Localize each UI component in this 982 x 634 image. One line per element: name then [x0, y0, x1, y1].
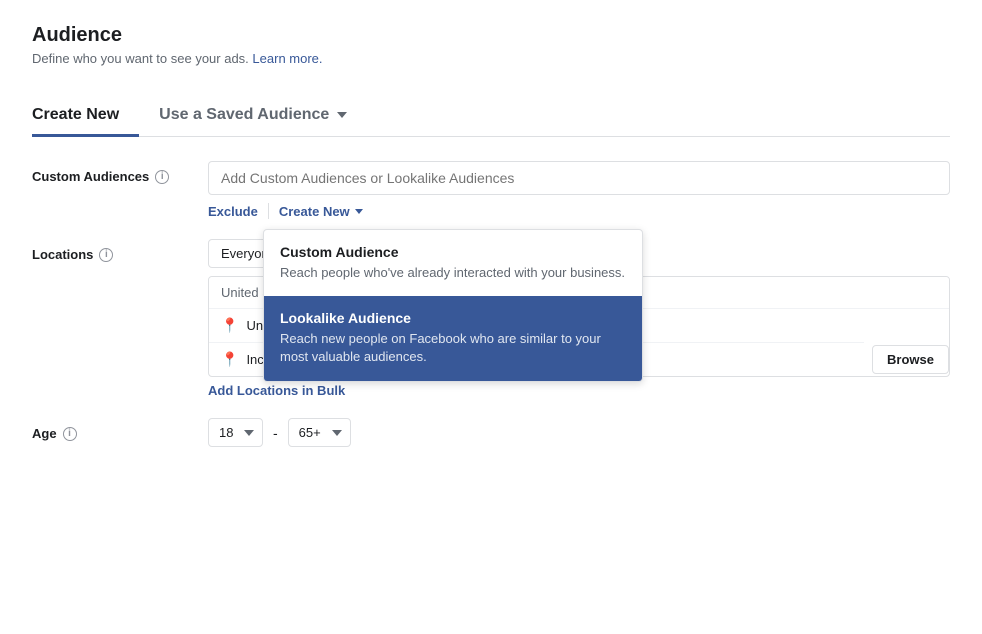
add-locations-link[interactable]: Add Locations in Bulk	[208, 383, 345, 398]
page-subtitle: Define who you want to see your ads. Lea…	[32, 51, 950, 66]
age-info-icon[interactable]: i	[63, 427, 77, 441]
exclude-link[interactable]: Exclude	[208, 204, 258, 219]
create-new-button[interactable]: Create New	[279, 204, 363, 219]
divider	[268, 203, 269, 219]
custom-audience-desc: Reach people who've already interacted w…	[280, 264, 626, 282]
age-label: Age i	[32, 418, 192, 441]
tab-create-new[interactable]: Create New	[32, 94, 139, 137]
learn-more-link[interactable]: Learn more.	[252, 51, 322, 66]
dropdown-item-custom-audience[interactable]: Custom Audience Reach people who've alre…	[264, 230, 642, 296]
age-control: 18 1314151617 1920212530 35404550556065 …	[208, 418, 351, 447]
tab-saved-audience[interactable]: Use a Saved Audience	[139, 94, 367, 137]
locations-label: Locations i	[32, 239, 192, 262]
custom-audience-title: Custom Audience	[280, 244, 626, 260]
dropdown-item-lookalike-audience[interactable]: Lookalike Audience Reach new people on F…	[264, 296, 642, 380]
age-dash: -	[273, 425, 278, 441]
page-title: Audience	[32, 24, 950, 47]
lookalike-audience-desc: Reach new people on Facebook who are sim…	[280, 330, 626, 366]
custom-audiences-info-icon[interactable]: i	[155, 170, 169, 184]
locations-info-icon[interactable]: i	[99, 248, 113, 262]
location-pin-icon-1: 📍	[221, 317, 238, 334]
custom-audiences-label: Custom Audiences i	[32, 161, 192, 184]
exclude-create-row: Exclude Create New Custom Audience Reach…	[208, 203, 950, 219]
age-row: Age i 18 1314151617 1920212530 354045505…	[32, 418, 950, 447]
audience-section-header: Audience Define who you want to see your…	[32, 24, 950, 66]
age-min-select[interactable]: 18 1314151617 1920212530 35404550556065	[208, 418, 263, 447]
custom-audiences-input[interactable]	[208, 161, 950, 195]
browse-button[interactable]: Browse	[872, 345, 949, 374]
location-pin-icon-2: 📍	[221, 351, 238, 368]
chevron-small-icon	[355, 209, 363, 214]
lookalike-audience-title: Lookalike Audience	[280, 310, 626, 326]
audience-tabs: Create New Use a Saved Audience	[32, 94, 950, 137]
age-max-select[interactable]: 65+ 1819202530 35404550556065	[288, 418, 351, 447]
custom-audiences-row: Custom Audiences i Exclude Create New	[32, 161, 950, 219]
chevron-down-icon	[337, 112, 347, 118]
create-new-dropdown: Custom Audience Reach people who've alre…	[263, 229, 643, 382]
custom-audiences-control: Exclude Create New Custom Audience Reach…	[208, 161, 950, 219]
audience-form: Custom Audiences i Exclude Create New	[32, 161, 950, 447]
